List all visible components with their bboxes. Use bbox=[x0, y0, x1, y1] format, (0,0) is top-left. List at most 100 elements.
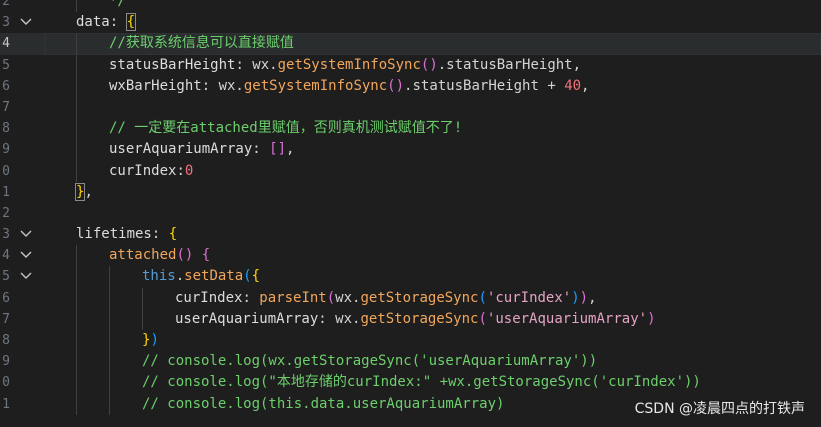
code-token: // 一定要在attached里赋值，否则真机测试赋值不了! bbox=[109, 120, 463, 137]
code-token: , bbox=[84, 183, 93, 200]
indent-guide bbox=[109, 351, 110, 373]
code-token: getStorageSync bbox=[360, 310, 479, 327]
code-token: 40 bbox=[564, 77, 582, 94]
code-line[interactable]: 4 attached() { bbox=[0, 245, 821, 267]
indent-guide bbox=[76, 372, 77, 394]
code-token: 0 bbox=[184, 162, 194, 179]
code-token: () bbox=[176, 247, 194, 264]
code-line[interactable]: 7 userAquariumArray: wx.getStorageSync('u… bbox=[0, 308, 821, 330]
code-text: }) bbox=[142, 330, 159, 351]
line-number: 3 bbox=[2, 227, 10, 243]
indent-guide bbox=[76, 308, 77, 330]
code-token: { bbox=[251, 268, 261, 285]
code-line[interactable]: 9 // console.log(wx.getStorageSync('userA… bbox=[0, 351, 821, 373]
chevron-down-icon[interactable] bbox=[20, 12, 34, 33]
line-number: 8 bbox=[2, 333, 10, 348]
code-text: statusBarHeight: wx.getSystemInfoSync().… bbox=[109, 55, 581, 76]
code-token: parseInt bbox=[259, 289, 327, 306]
code-token: getSystemInfoSync bbox=[243, 77, 388, 94]
code-line[interactable]: 6 wxBarHeight: wx.getSystemInfoSync().sta… bbox=[0, 75, 821, 97]
code-token: // console.log("本地存储的curIndex:" +wx.getS… bbox=[142, 374, 701, 391]
code-editor[interactable]: 2 */3 data: {4//获取系统信息可以直接赋值 5 statusBarHeig… bbox=[0, 0, 821, 415]
code-token: : bbox=[151, 226, 169, 243]
code-token: statusBarHeight bbox=[109, 56, 236, 73]
code-text: // console.log(this.data.userAquariumArr… bbox=[142, 394, 504, 415]
code-token: //获取系统信息可以直接赋值 bbox=[109, 35, 294, 52]
code-line[interactable]: 9 userAquariumArray: [], bbox=[0, 139, 821, 161]
code-text: // 一定要在attached里赋值，否则真机测试赋值不了! bbox=[109, 118, 462, 139]
code-text: //获取系统信息可以直接赋值 bbox=[109, 33, 294, 54]
line-number: 4 bbox=[2, 248, 10, 264]
line-number: 1 bbox=[2, 396, 10, 412]
line-number: 5 bbox=[2, 57, 10, 73]
code-line[interactable]: 8}) bbox=[0, 330, 821, 352]
indent-guide bbox=[109, 266, 110, 288]
code-token: : wx. bbox=[318, 310, 361, 327]
code-text: */ bbox=[109, 0, 126, 12]
line-number: 6 bbox=[2, 290, 10, 306]
indent-guide bbox=[109, 393, 110, 415]
line-number: 5 bbox=[2, 269, 10, 285]
code-token: .statusBarHeight, bbox=[437, 56, 582, 73]
code-token: .statusBarHeight + bbox=[404, 77, 565, 94]
code-text: // console.log(wx.getStorageSync('userAq… bbox=[142, 351, 597, 372]
indent-guide bbox=[76, 0, 77, 13]
line-number: 7 bbox=[2, 99, 10, 115]
code-text: }, bbox=[74, 182, 93, 203]
code-token: : bbox=[242, 289, 260, 306]
csdn-watermark: CSDN @凌晨四点的打铁声 bbox=[634, 401, 805, 417]
code-text: // console.log("本地存储的curIndex:" +wx.getS… bbox=[142, 372, 701, 393]
code-line[interactable]: 0 curIndex:0 bbox=[0, 160, 821, 182]
code-text: wxBarHeight: wx.getSystemInfoSync().stat… bbox=[109, 76, 589, 97]
code-token: userAquariumArray bbox=[175, 310, 319, 327]
code-token: curIndex bbox=[109, 162, 177, 179]
code-token: */ bbox=[109, 0, 126, 9]
chevron-down-icon[interactable] bbox=[20, 266, 34, 287]
line-number: 0 bbox=[2, 163, 10, 179]
code-token: , bbox=[286, 141, 295, 158]
code-line[interactable]: 7 bbox=[0, 96, 821, 119]
code-line[interactable]: 0 // console.log("本地存储的curIndex:" +wx.get… bbox=[0, 372, 821, 394]
indent-guide bbox=[76, 266, 77, 288]
code-line[interactable]: 3 lifetimes: { bbox=[0, 224, 821, 245]
code-token: ( bbox=[478, 310, 487, 327]
code-token: : wx. bbox=[235, 56, 278, 73]
code-token: setData bbox=[184, 268, 244, 285]
code-line[interactable]: 1}, bbox=[0, 182, 821, 203]
code-text: curIndex: parseInt(wx.getStorageSync('cu… bbox=[175, 288, 597, 309]
indent-guide bbox=[109, 372, 110, 394]
indent-guide bbox=[76, 287, 77, 309]
indent-guide bbox=[109, 308, 110, 330]
code-token: lifetimes bbox=[76, 226, 152, 243]
indent-guide bbox=[142, 287, 143, 309]
code-line[interactable]: 2 bbox=[0, 203, 821, 224]
code-token: ) bbox=[571, 289, 580, 306]
code-line[interactable]: 6 curIndex: parseInt(wx.getStorageSync('c… bbox=[0, 287, 821, 309]
chevron-down-icon[interactable] bbox=[20, 245, 34, 266]
indent-guide bbox=[76, 393, 77, 415]
code-line[interactable]: 8 // 一定要在attached里赋值，否则真机测试赋值不了! bbox=[0, 118, 821, 140]
code-token: { bbox=[201, 247, 211, 264]
code-line[interactable]: 4 //获取系统信息可以直接赋值 bbox=[0, 33, 821, 55]
line-number: 9 bbox=[2, 142, 10, 158]
code-token: curIndex bbox=[175, 289, 243, 306]
indent-guide bbox=[76, 96, 77, 119]
line-number: 7 bbox=[2, 311, 10, 327]
code-line[interactable]: 3 data: { bbox=[0, 12, 821, 33]
code-token: , bbox=[588, 289, 597, 306]
indent-guide bbox=[76, 351, 77, 373]
code-token: getSystemInfoSync bbox=[277, 56, 421, 73]
indent-guide bbox=[76, 160, 77, 182]
code-token: 'userAquariumArray' bbox=[486, 310, 648, 327]
code-line[interactable]: 5 this.setData({ bbox=[0, 266, 821, 288]
code-text: lifetimes: { bbox=[76, 224, 177, 245]
code-token: { bbox=[168, 226, 178, 243]
code-token: , bbox=[581, 77, 590, 94]
code-token: userAquariumArray bbox=[109, 141, 253, 158]
code-token: wxBarHeight bbox=[109, 77, 202, 94]
code-line[interactable]: 5 statusBarHeight: wx.getSystemInfoSync()… bbox=[0, 54, 821, 76]
code-token: ( bbox=[478, 289, 487, 306]
code-line[interactable]: 2 */ bbox=[0, 0, 821, 13]
chevron-down-icon[interactable] bbox=[20, 224, 34, 245]
